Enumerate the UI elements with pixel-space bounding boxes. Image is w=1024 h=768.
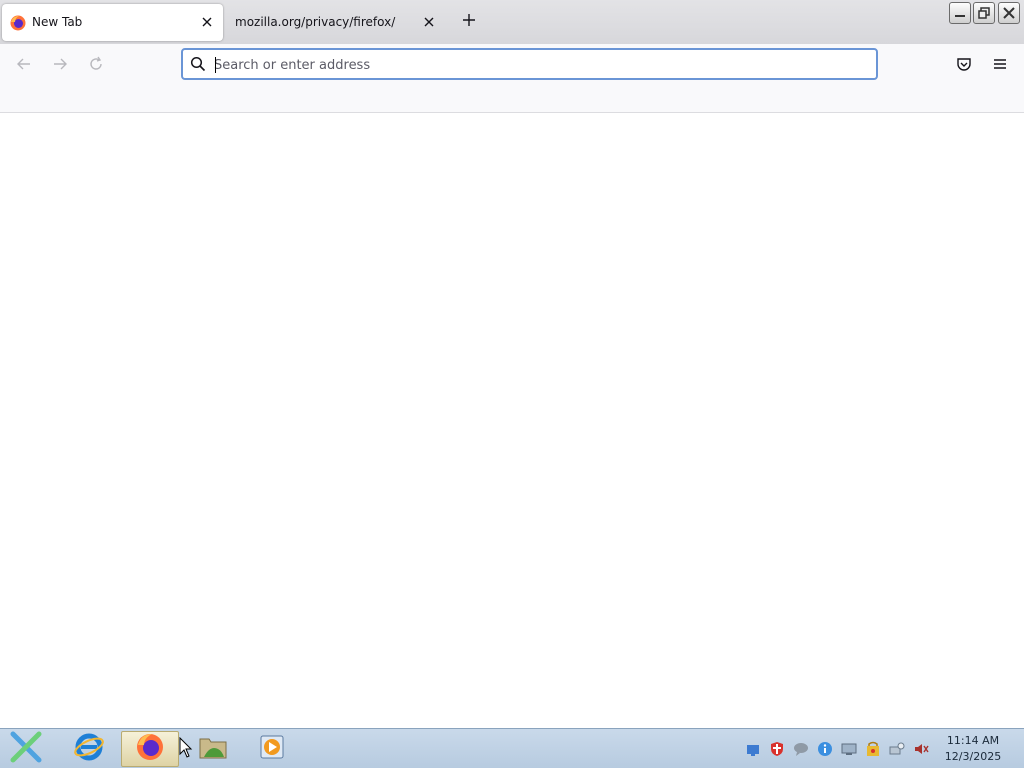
- close-icon: [1003, 4, 1015, 23]
- start-button[interactable]: [6, 731, 46, 767]
- plus-icon: [462, 12, 476, 31]
- save-to-pocket-button[interactable]: [952, 54, 976, 78]
- search-icon: [190, 56, 206, 72]
- taskbar-firefox[interactable]: [121, 731, 179, 767]
- restore-icon: [978, 4, 990, 23]
- network-icon[interactable]: [744, 740, 762, 758]
- start-icon: [9, 731, 43, 767]
- tab-mozilla-privacy[interactable]: mozilla.org/privacy/firefox/: [225, 4, 445, 41]
- security-alert-icon[interactable]: [864, 740, 882, 758]
- back-button[interactable]: [12, 54, 36, 78]
- system-tray: [744, 739, 930, 759]
- address-bar[interactable]: [181, 48, 878, 80]
- forward-button[interactable]: [48, 54, 72, 78]
- navigation-toolbar: [0, 44, 1024, 113]
- page-content: [0, 113, 1024, 728]
- pocket-icon: [956, 56, 972, 76]
- media-player-icon: [259, 734, 285, 764]
- taskbar-internet-explorer[interactable]: [60, 731, 118, 767]
- restore-window-button[interactable]: [973, 2, 995, 24]
- close-tab-icon[interactable]: [421, 14, 437, 30]
- shield-icon[interactable]: [768, 740, 786, 758]
- connection-icon[interactable]: [888, 740, 906, 758]
- mouse-cursor-icon: [179, 736, 193, 759]
- volume-muted-icon[interactable]: [912, 740, 930, 758]
- tab-strip: New Tab mozilla.org/privacy/firefox/: [0, 0, 1024, 44]
- reload-button[interactable]: [84, 54, 108, 78]
- chat-icon[interactable]: [792, 740, 810, 758]
- system-clock[interactable]: 11:14 AM 12/3/2025: [940, 733, 1006, 765]
- minimize-window-button[interactable]: [949, 2, 971, 24]
- text-caret: [215, 57, 216, 73]
- reload-icon: [88, 56, 104, 76]
- file-manager-icon: [198, 733, 228, 765]
- open-menu-button[interactable]: [988, 54, 1012, 78]
- internet-explorer-icon: [73, 731, 105, 767]
- hamburger-menu-icon: [992, 56, 1008, 76]
- firefox-icon: [10, 15, 26, 31]
- tab-title: New Tab: [32, 15, 83, 29]
- firefox-icon: [135, 732, 165, 766]
- info-icon[interactable]: [816, 740, 834, 758]
- address-input[interactable]: [214, 55, 854, 75]
- new-tab-button[interactable]: [459, 11, 479, 31]
- clock-date: 12/3/2025: [944, 750, 1002, 763]
- close-tab-icon[interactable]: [199, 14, 215, 30]
- taskbar: 11:14 AM 12/3/2025: [0, 728, 1024, 768]
- minimize-icon: [954, 4, 966, 23]
- clock-time: 11:14 AM: [946, 734, 1000, 747]
- close-window-button[interactable]: [998, 2, 1020, 24]
- forward-arrow-icon: [52, 56, 68, 76]
- back-arrow-icon: [16, 56, 32, 76]
- tab-new-tab[interactable]: New Tab: [2, 4, 223, 41]
- tab-title: mozilla.org/privacy/firefox/: [235, 15, 396, 29]
- display-icon[interactable]: [840, 740, 858, 758]
- taskbar-media-player[interactable]: [243, 731, 301, 767]
